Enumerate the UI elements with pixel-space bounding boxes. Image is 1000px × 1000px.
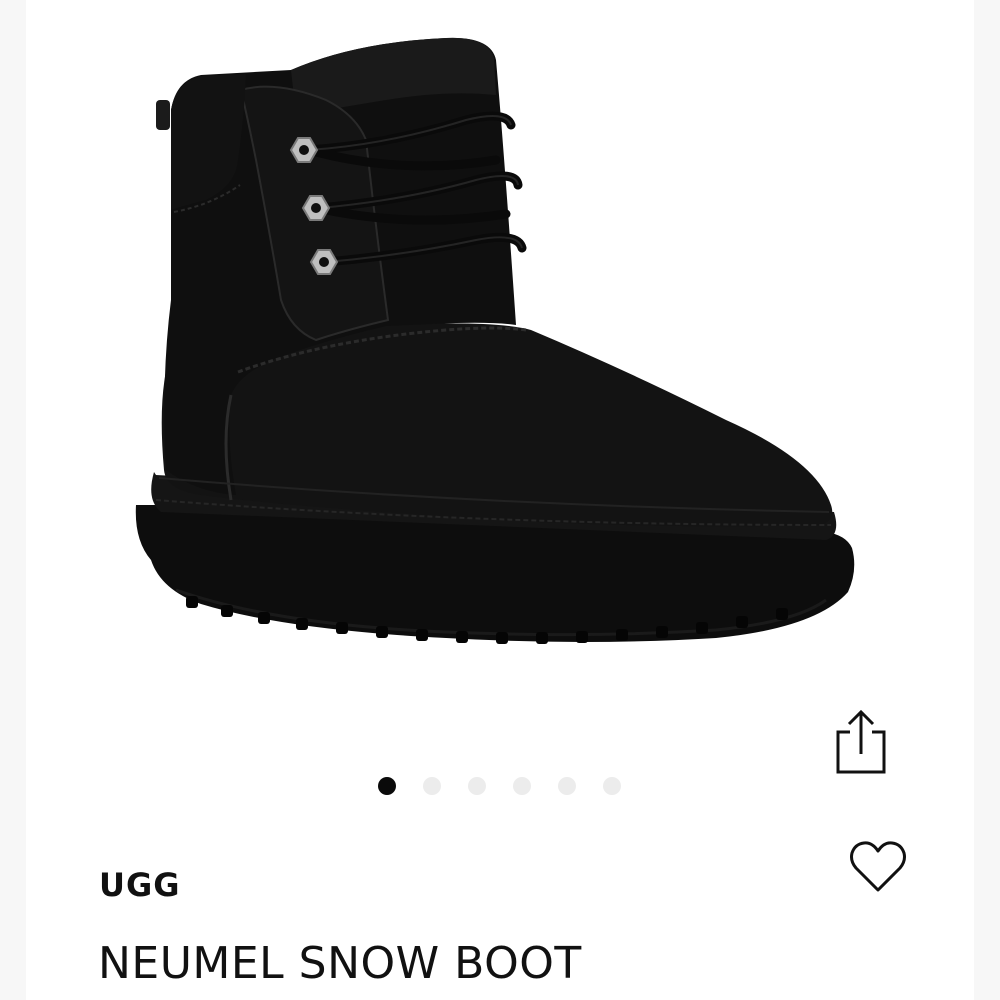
carousel-pagination <box>378 777 621 795</box>
carousel-dot-3[interactable] <box>468 777 486 795</box>
right-edge-shadow <box>974 0 1000 1000</box>
carousel-dot-5[interactable] <box>558 777 576 795</box>
product-image-carousel[interactable] <box>26 0 974 760</box>
product-title: NEUMEL SNOW BOOT <box>98 938 582 989</box>
share-button[interactable] <box>832 704 890 778</box>
product-image[interactable] <box>26 0 974 760</box>
carousel-dot-6[interactable] <box>603 777 621 795</box>
share-icon <box>836 709 886 774</box>
brand-name[interactable]: UGG <box>99 866 181 904</box>
left-edge-shadow <box>0 0 26 1000</box>
carousel-dot-2[interactable] <box>423 777 441 795</box>
carousel-dot-4[interactable] <box>513 777 531 795</box>
product-page: UGG NEUMEL SNOW BOOT <box>0 0 1000 1000</box>
carousel-dot-1[interactable] <box>378 777 396 795</box>
heart-icon <box>850 841 906 892</box>
add-to-favorites-button[interactable] <box>848 838 908 896</box>
